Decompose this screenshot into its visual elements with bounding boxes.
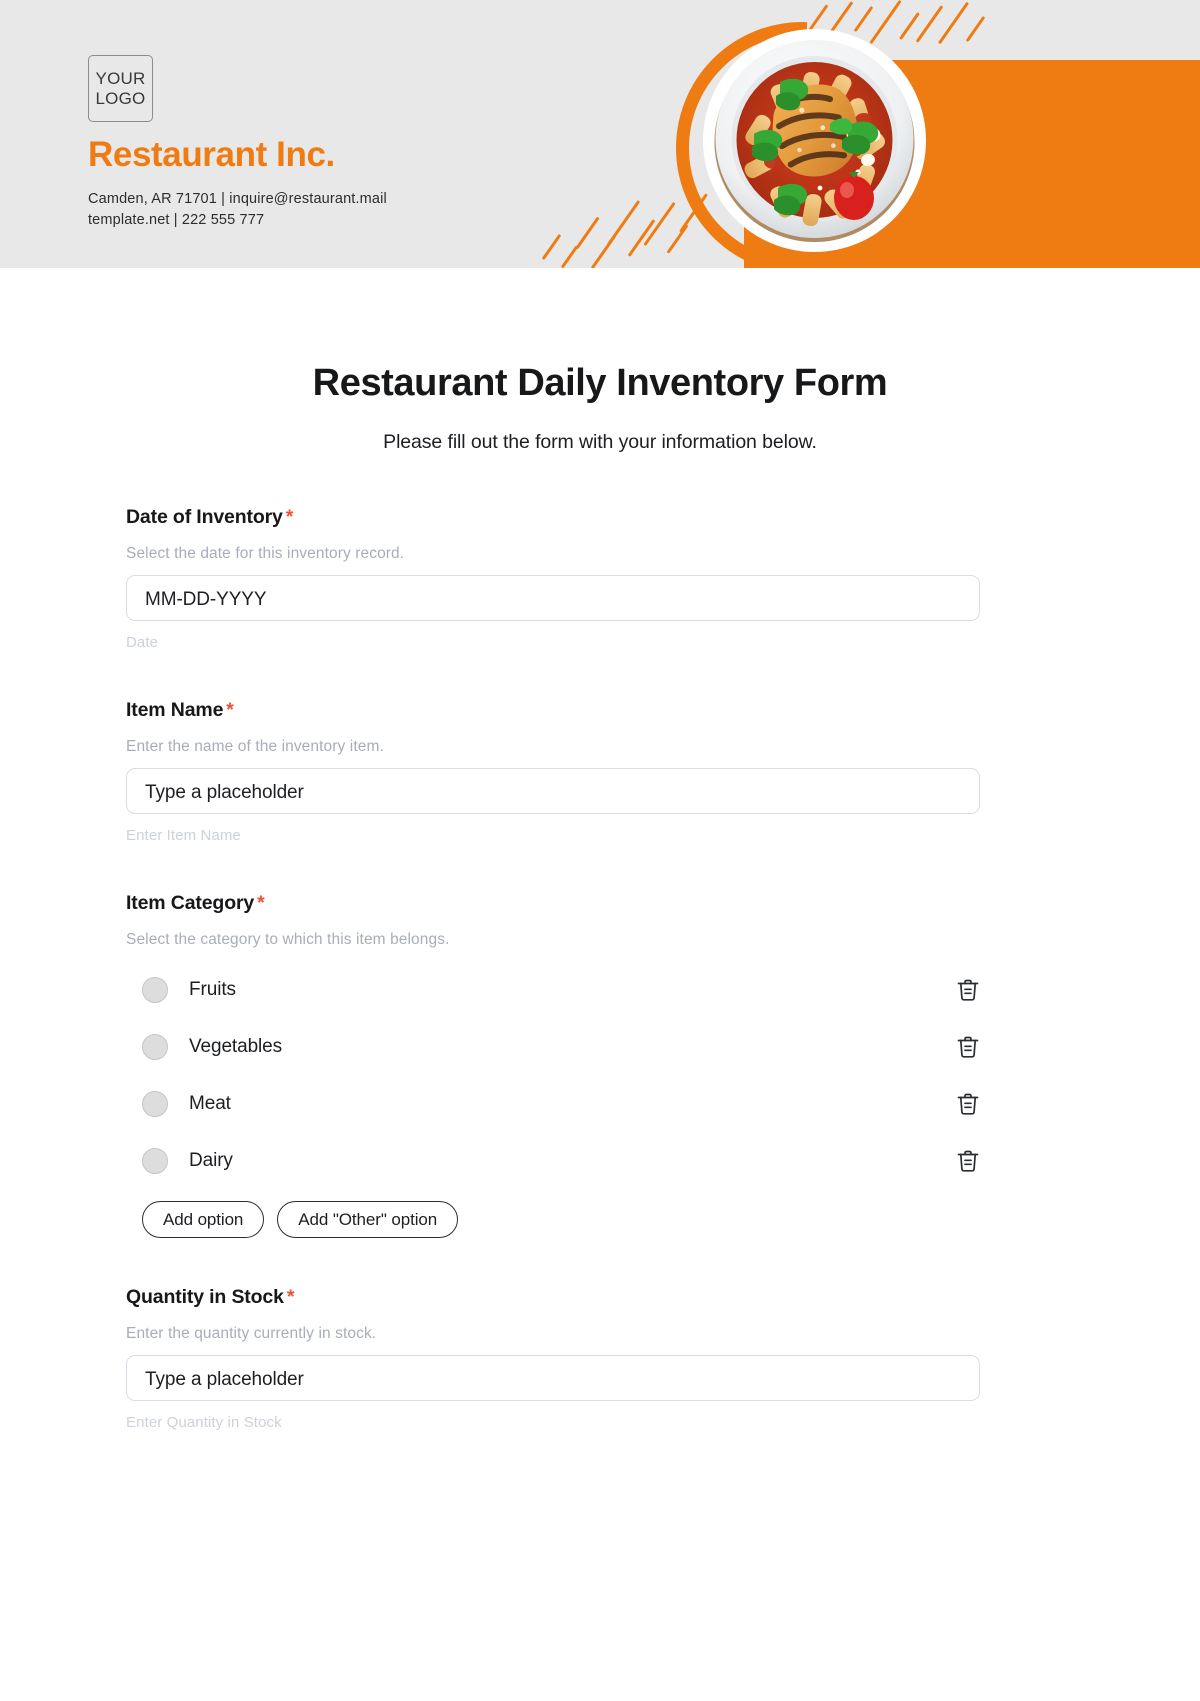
pasta-bowl-photo — [712, 38, 917, 243]
field-sublabel: Enter Quantity in Stock — [126, 1414, 282, 1431]
page-title: Restaurant Daily Inventory Form — [312, 362, 888, 404]
company-contact: Camden, AR 71701 | inquire@restaurant.ma… — [88, 189, 387, 231]
page-subtitle: Please fill out the form with your infor… — [383, 431, 817, 453]
field-label: Item Category * — [126, 892, 1074, 915]
contact-line-2: template.net | 222 555 777 — [88, 212, 265, 228]
label-text: Item Category — [126, 892, 255, 914]
quantity-placeholder: Type a placeholder — [145, 1369, 304, 1390]
list-item[interactable]: Dairy — [126, 1144, 980, 1178]
logo-line-2: LOGO — [95, 88, 146, 108]
form-body: Restaurant Daily Inventory Form Please f… — [0, 362, 1200, 1431]
required-asterisk: * — [257, 892, 265, 914]
item-name-placeholder: Type a placeholder — [145, 782, 304, 803]
logo-line-1: YOUR — [95, 68, 146, 88]
delete-option-meat-button[interactable] — [956, 1091, 980, 1117]
required-asterisk: * — [286, 1286, 295, 1308]
delete-option-dairy-button[interactable] — [956, 1148, 980, 1174]
add-option-button-group: Add option Add "Other" option — [142, 1201, 1074, 1238]
option-label: Dairy — [189, 1150, 233, 1171]
label-text: Item Name — [126, 699, 224, 721]
delete-option-vegetables-button[interactable] — [956, 1034, 980, 1060]
field-hint: Select the category to which this item b… — [126, 931, 450, 948]
hatch-decoration-bottom-left — [541, 188, 708, 268]
add-option-button[interactable]: Add option — [142, 1201, 265, 1238]
logo-placeholder: YOUR LOGO — [88, 55, 153, 122]
date-input[interactable]: MM-DD-YYYY — [126, 575, 980, 621]
trash-icon — [957, 1093, 979, 1115]
trash-icon — [957, 979, 979, 1001]
list-item[interactable]: Meat — [126, 1087, 980, 1121]
field-hint: Enter the name of the inventory item. — [126, 738, 384, 755]
quantity-input[interactable]: Type a placeholder — [126, 1355, 980, 1401]
contact-line-1: Camden, AR 71701 | inquire@restaurant.ma… — [88, 191, 387, 207]
add-other-option-button[interactable]: Add "Other" option — [277, 1201, 459, 1238]
item-name-input[interactable]: Type a placeholder — [126, 768, 980, 814]
page-header: YOUR LOGO Restaurant Inc. Camden, AR 717… — [0, 0, 1200, 268]
field-label: Date of Inventory * — [126, 506, 1074, 529]
field-sublabel: Enter Item Name — [126, 827, 241, 844]
option-label: Meat — [189, 1093, 231, 1114]
header-identity-block: YOUR LOGO Restaurant Inc. Camden, AR 717… — [88, 55, 387, 231]
field-hint: Enter the quantity currently in stock. — [126, 1325, 377, 1342]
field-label: Quantity in Stock * — [126, 1286, 1074, 1309]
trash-icon — [957, 1036, 979, 1058]
required-asterisk: * — [285, 506, 294, 528]
date-input-placeholder: MM-DD-YYYY — [145, 589, 267, 610]
label-text: Quantity in Stock — [126, 1286, 284, 1308]
radio-button-dairy[interactable] — [142, 1148, 168, 1174]
radio-button-meat[interactable] — [142, 1091, 168, 1117]
trash-icon — [957, 1150, 979, 1172]
delete-option-fruits-button[interactable] — [956, 977, 980, 1003]
field-item-category: Item Category * Select the category to wh… — [126, 892, 1074, 1238]
company-name: Restaurant Inc. — [88, 135, 335, 174]
radio-button-fruits[interactable] — [142, 977, 168, 1003]
list-item[interactable]: Vegetables — [126, 1030, 980, 1064]
field-label: Item Name * — [126, 699, 1074, 722]
option-label: Vegetables — [189, 1036, 283, 1057]
list-item[interactable]: Fruits — [126, 973, 980, 1007]
label-text: Date of Inventory — [126, 506, 283, 528]
required-asterisk: * — [226, 699, 234, 721]
radio-button-vegetables[interactable] — [142, 1034, 168, 1060]
option-label: Fruits — [189, 979, 236, 1000]
category-option-list: Fruits Vegetables Meat Dairy — [126, 973, 1074, 1178]
field-quantity-in-stock: Quantity in Stock * Enter the quantity cu… — [126, 1286, 1074, 1431]
field-sublabel: Date — [126, 634, 159, 651]
field-date-of-inventory: Date of Inventory * Select the date for t… — [126, 506, 1074, 651]
field-item-name: Item Name * Enter the name of the invento… — [126, 699, 1074, 844]
field-hint: Select the date for this inventory recor… — [126, 545, 405, 562]
